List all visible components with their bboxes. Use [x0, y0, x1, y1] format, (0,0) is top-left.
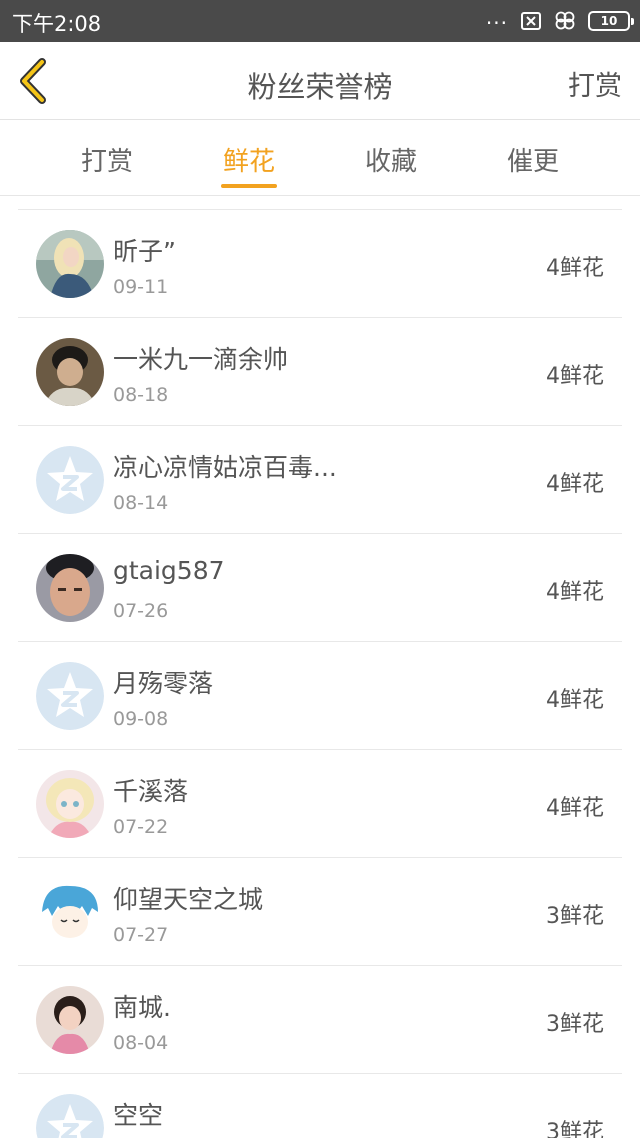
tab-bar: 打赏 鲜花 收藏 催更 — [0, 121, 640, 196]
page-title: 粉丝荣誉榜 — [247, 70, 393, 104]
flower-count: 3鲜花 — [546, 1012, 604, 1037]
avatar — [36, 554, 104, 622]
fan-date: 08-18 — [113, 384, 169, 406]
flower-count: 4鲜花 — [546, 364, 604, 389]
fan-name: 凉心凉情姑凉百毒... — [113, 453, 337, 482]
clover-icon — [555, 11, 575, 30]
avatar — [36, 986, 104, 1054]
avatar — [36, 230, 104, 298]
tab-favorites[interactable]: 收藏 — [336, 141, 446, 178]
status-bar: 下午2:08 ... 10 — [0, 0, 640, 42]
fan-date: 09-08 — [113, 708, 169, 730]
tab-flowers[interactable]: 鲜花 — [194, 141, 304, 178]
list-item[interactable]: 千溪落 07-22 4鲜花 — [18, 750, 622, 858]
avatar — [36, 878, 104, 946]
list-item[interactable]: gtaig587 07-26 4鲜花 — [18, 534, 622, 642]
fan-list: 昕子” 09-11 4鲜花 一米九一滴余帅 08-18 4鲜花 凉心凉情姑凉百毒… — [18, 209, 622, 1138]
battery-icon: 10 — [588, 11, 634, 31]
flower-count: 4鲜花 — [546, 688, 604, 713]
fan-name: 仰望天空之城 — [113, 885, 264, 914]
fan-name: 南城. — [113, 993, 171, 1022]
avatar — [36, 770, 104, 838]
default-avatar-icon — [36, 446, 104, 514]
flower-count: 4鲜花 — [546, 256, 604, 281]
flower-count: 4鲜花 — [546, 796, 604, 821]
reward-button[interactable]: 打赏 — [568, 64, 622, 103]
default-avatar-icon — [36, 662, 104, 730]
battery-level: 10 — [600, 14, 618, 28]
fan-date: 07-27 — [113, 924, 169, 946]
flower-count: 4鲜花 — [546, 472, 604, 497]
list-item[interactable]: 南城. 08-04 3鲜花 — [18, 966, 622, 1074]
fan-name: 月殇零落 — [113, 669, 214, 698]
fan-name: gtaig587 — [113, 556, 225, 585]
fan-name: 空空 — [113, 1101, 164, 1130]
avatar — [36, 338, 104, 406]
fan-name: 一米九一滴余帅 — [113, 345, 289, 374]
status-icons: ... 10 — [485, 5, 634, 33]
list-item[interactable]: 空空 3鲜花 — [18, 1074, 622, 1138]
flower-count: 4鲜花 — [546, 580, 604, 605]
fan-name: 千溪落 — [113, 777, 189, 806]
list-item[interactable]: 月殇零落 09-08 4鲜花 — [18, 642, 622, 750]
list-item[interactable]: 凉心凉情姑凉百毒... 08-14 4鲜花 — [18, 426, 622, 534]
flower-count: 3鲜花 — [546, 1120, 604, 1138]
tab-urge-update[interactable]: 催更 — [478, 141, 588, 178]
list-item[interactable]: 昕子” 09-11 4鲜花 — [18, 210, 622, 318]
fan-date: 09-11 — [113, 276, 169, 298]
fan-name: 昕子” — [113, 237, 176, 266]
fan-date: 08-04 — [113, 1032, 169, 1054]
fan-date: 07-26 — [113, 600, 169, 622]
tab-reward[interactable]: 打赏 — [52, 141, 162, 178]
fan-date: 08-14 — [113, 492, 169, 514]
no-sim-icon — [521, 12, 541, 30]
nav-bar: 粉丝荣誉榜 打赏 — [0, 42, 640, 120]
fan-date: 07-22 — [113, 816, 169, 838]
list-item[interactable]: 仰望天空之城 07-27 3鲜花 — [18, 858, 622, 966]
active-tab-indicator — [221, 184, 277, 188]
list-item[interactable]: 一米九一滴余帅 08-18 4鲜花 — [18, 318, 622, 426]
more-dots-icon: ... — [485, 5, 508, 29]
default-avatar-icon — [36, 1094, 104, 1138]
flower-count: 3鲜花 — [546, 904, 604, 929]
status-time: 下午2:08 — [12, 12, 102, 36]
